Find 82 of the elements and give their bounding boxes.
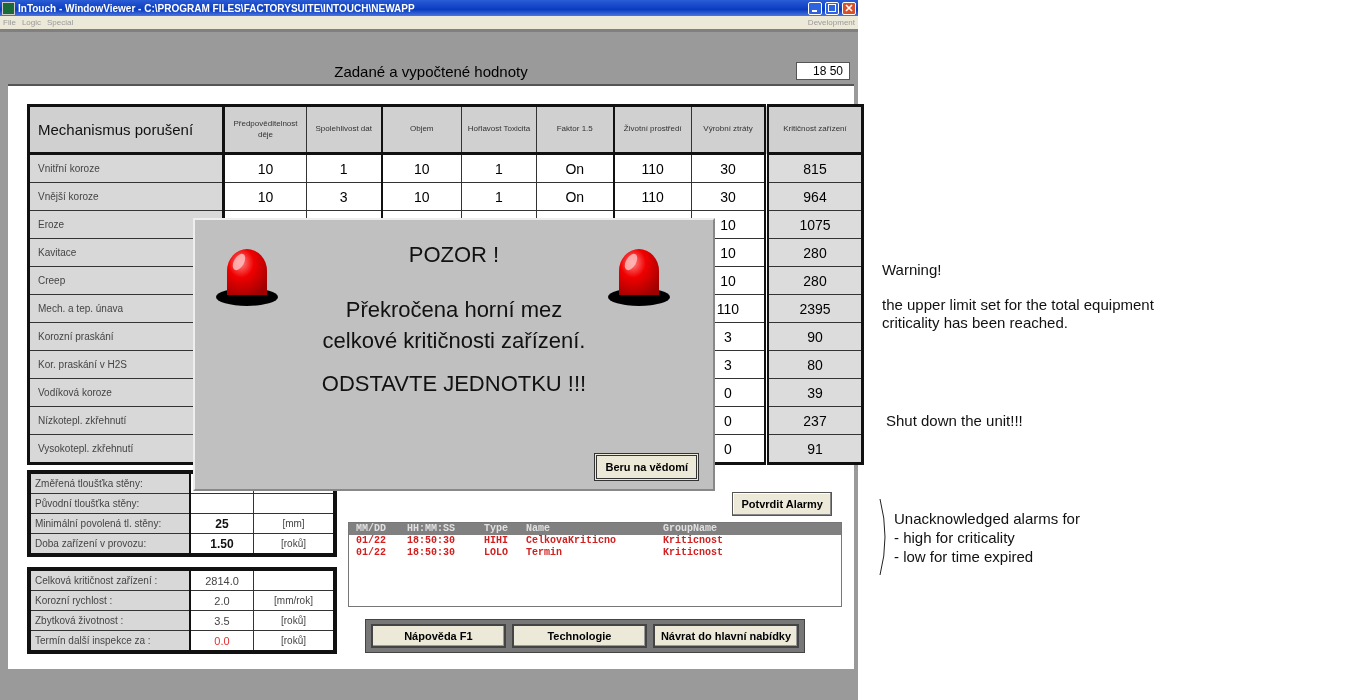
field-label: Termín další inspekce za : (29, 630, 190, 652)
value-cell: 110 (613, 153, 692, 183)
column-header: Předpověditelnost děje (223, 105, 307, 154)
acknowledge-alarms-button[interactable]: Potvrdit Alarmy (732, 492, 832, 516)
value-cell: 1 (306, 153, 382, 183)
field-label: Změřená tloušťka stěny: (29, 472, 190, 494)
nav-button[interactable]: Technologie (511, 624, 647, 648)
maximize-icon (828, 4, 836, 12)
criticality-cell: 80 (766, 350, 863, 379)
alarm-cell-text: Termin (526, 547, 563, 559)
maximize-button[interactable] (825, 1, 839, 15)
field-label: Doba zařízení v provozu: (29, 533, 190, 555)
value-cell: 110 (613, 182, 692, 211)
value-cell: 1 (461, 153, 537, 183)
alarm-cell-text: 18:50:30 (407, 535, 456, 547)
close-icon (845, 4, 853, 12)
alarm-cell-text: Kriticnost (663, 535, 724, 547)
note-text: Shut down the unit!!! (886, 412, 1024, 429)
alarm-column-header: Type (484, 523, 509, 535)
column-header: Mechanismus porušení (28, 105, 224, 154)
field-label: Zbytková životnost : (29, 610, 190, 631)
time-display: 18 50 (795, 62, 850, 80)
window-title: InTouch - WindowViewer - C:\PROGRAM FILES\FACTORYSUITE\INTOUCH\NEWAPP (18, 2, 416, 14)
criticality-cell: 2395 (766, 294, 863, 323)
criticality-cell: 280 (766, 238, 863, 267)
alarm-cell-text: 01/22 (356, 535, 387, 547)
screen-title: Zadané a vypočtené hodnoty (334, 62, 528, 80)
value-cell: 10 (381, 153, 462, 183)
column-header: Spolehlivost dat (306, 105, 382, 154)
alarm-cell-text: CelkovaKriticno (526, 535, 617, 547)
dialog-title: POZOR ! (408, 242, 500, 268)
alarm-column-header: HH:MM:SS (407, 523, 456, 535)
criticality-cell: 91 (766, 434, 863, 464)
note-line: Unacknowledged alarms for (894, 508, 1080, 528)
alarm-column-header: Name (526, 523, 551, 535)
acknowledge-button[interactable]: Beru na vědomí (594, 453, 699, 481)
app-icon (2, 1, 15, 15)
criticality-cell: 964 (766, 182, 863, 211)
alarm-cell-text: 18:50:30 (407, 547, 456, 559)
field-label: Celková kritičnost zařízení : (29, 569, 190, 591)
field-label: Korozní rychlost : (29, 590, 190, 611)
criticality-cell: 815 (766, 153, 863, 183)
column-header: Kritičnost zařízení (766, 105, 863, 154)
column-header: Výrobní ztráty (691, 105, 767, 154)
nav-button[interactable]: Nápověda F1 (370, 624, 506, 648)
criticality-cell: 280 (766, 266, 863, 295)
criticality-cell: 90 (766, 322, 863, 351)
value-cell: 10 (223, 153, 307, 183)
field-value: 2814.0 (190, 569, 254, 591)
criticality-cell: 1075 (766, 210, 863, 239)
column-header: Hořlavost Toxicita (461, 105, 537, 154)
value-cell: 1 (461, 182, 537, 211)
field-label: Původní tloušťka stěny: (29, 493, 190, 514)
criticality-cell: 39 (766, 378, 863, 407)
value-cell: On (536, 182, 614, 211)
alarm-cell-text: 01/22 (356, 547, 387, 559)
mechanism-cell: Vnitřní koroze (28, 153, 224, 183)
dialog-message: celkové kritičnosti zařízení. (322, 327, 586, 355)
criticality-cell: 237 (766, 406, 863, 435)
note-line: - high for criticality (894, 527, 1016, 547)
dialog-message: Překročena horní mez (344, 296, 564, 324)
field-label: Minimální povolená tl. stěny: (29, 513, 190, 534)
alarm-column-header: MM/DD (356, 523, 387, 535)
alarm-cell-text: LOLO (484, 547, 509, 559)
value-cell: 3 (306, 182, 382, 211)
value-cell: 10 (223, 182, 307, 211)
minimize-button[interactable] (808, 1, 822, 15)
note-text: the upper limit set for the total equipment criticality has been reached. (882, 296, 1155, 332)
value-cell: 10 (381, 182, 462, 211)
close-button[interactable] (842, 1, 856, 15)
mechanism-cell: Vnější koroze (28, 182, 224, 211)
dialog-command: ODSTAVTE JEDNOTKU !!! (321, 371, 587, 397)
value-cell: On (536, 153, 614, 183)
column-header: Objem (381, 105, 462, 154)
note-line: - low for time expired (894, 546, 1035, 566)
nav-button[interactable]: Návrat do hlavní nabídky (652, 624, 800, 648)
alarm-column-header: GroupName (663, 523, 718, 535)
alarm-cell-text: Kriticnost (663, 547, 724, 559)
column-header: Faktor 1.5 (536, 105, 614, 154)
column-header: Životní prostředí (613, 105, 692, 154)
note-heading: Warning! (882, 261, 943, 278)
alarm-cell-text: HIHI (484, 535, 509, 547)
